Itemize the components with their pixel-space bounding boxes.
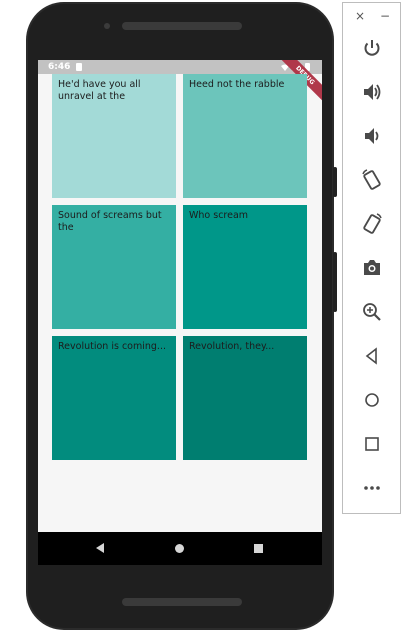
- overview-icon: [365, 437, 379, 451]
- sd-card-icon: [76, 63, 82, 71]
- rotate-left-button[interactable]: [359, 167, 385, 193]
- zoom-button[interactable]: [359, 299, 385, 325]
- volume-up-button[interactable]: [359, 79, 385, 105]
- front-camera: [104, 23, 110, 29]
- rotate-right-icon: [363, 213, 382, 234]
- power-button[interactable]: [359, 35, 385, 61]
- tile-2[interactable]: Heed not the rabble: [183, 74, 307, 198]
- power-icon: [364, 40, 380, 56]
- volume-side-button: [333, 252, 337, 312]
- tile-4[interactable]: Who scream: [183, 205, 307, 329]
- volume-down-icon: [365, 128, 379, 144]
- tile-3[interactable]: Sound of screams but the: [52, 205, 176, 329]
- power-side-button: [333, 167, 337, 197]
- back-icon: [365, 347, 377, 365]
- camera-icon: [364, 260, 380, 275]
- rotate-right-button[interactable]: [359, 211, 385, 237]
- navigation-bar: [38, 532, 322, 565]
- home-button[interactable]: [359, 387, 385, 413]
- bottom-speaker: [122, 598, 242, 606]
- status-bar: 6:46: [38, 60, 322, 74]
- status-time: 6:46: [48, 62, 71, 72]
- minimize-icon[interactable]: −: [380, 9, 390, 23]
- tile-6[interactable]: Revolution, they...: [183, 336, 307, 460]
- top-speaker: [122, 22, 242, 30]
- tile-5-text: Revolution is coming...: [58, 341, 166, 352]
- overview-button[interactable]: [359, 431, 385, 457]
- tile-1-text: He'd have you all unravel at the: [58, 79, 141, 102]
- nav-overview-icon[interactable]: [254, 544, 263, 553]
- more-button[interactable]: [359, 475, 385, 501]
- emulator-window-controls: × −: [343, 9, 400, 23]
- more-icon: [364, 486, 380, 490]
- close-icon[interactable]: ×: [355, 9, 365, 23]
- device-screen: 6:46 DEBUG He'd have you all unravel at …: [38, 60, 322, 565]
- tile-5[interactable]: Revolution is coming...: [52, 336, 176, 460]
- nav-back-icon[interactable]: [96, 543, 104, 553]
- back-button[interactable]: [359, 343, 385, 369]
- home-icon: [365, 393, 379, 407]
- tile-4-text: Who scream: [189, 210, 249, 221]
- nav-home-icon[interactable]: [175, 544, 184, 553]
- emulator-toolbar: × −: [342, 2, 401, 514]
- rotate-left-icon: [362, 169, 381, 190]
- screenshot-button[interactable]: [359, 255, 385, 281]
- tile-3-text: Sound of screams but the: [58, 210, 162, 233]
- zoom-icon: [363, 303, 381, 321]
- tile-6-text: Revolution, they...: [189, 341, 275, 352]
- volume-down-button[interactable]: [359, 123, 385, 149]
- tile-2-text: Heed not the rabble: [189, 79, 285, 90]
- tile-1[interactable]: He'd have you all unravel at the: [52, 74, 176, 198]
- volume-up-icon: [364, 84, 381, 100]
